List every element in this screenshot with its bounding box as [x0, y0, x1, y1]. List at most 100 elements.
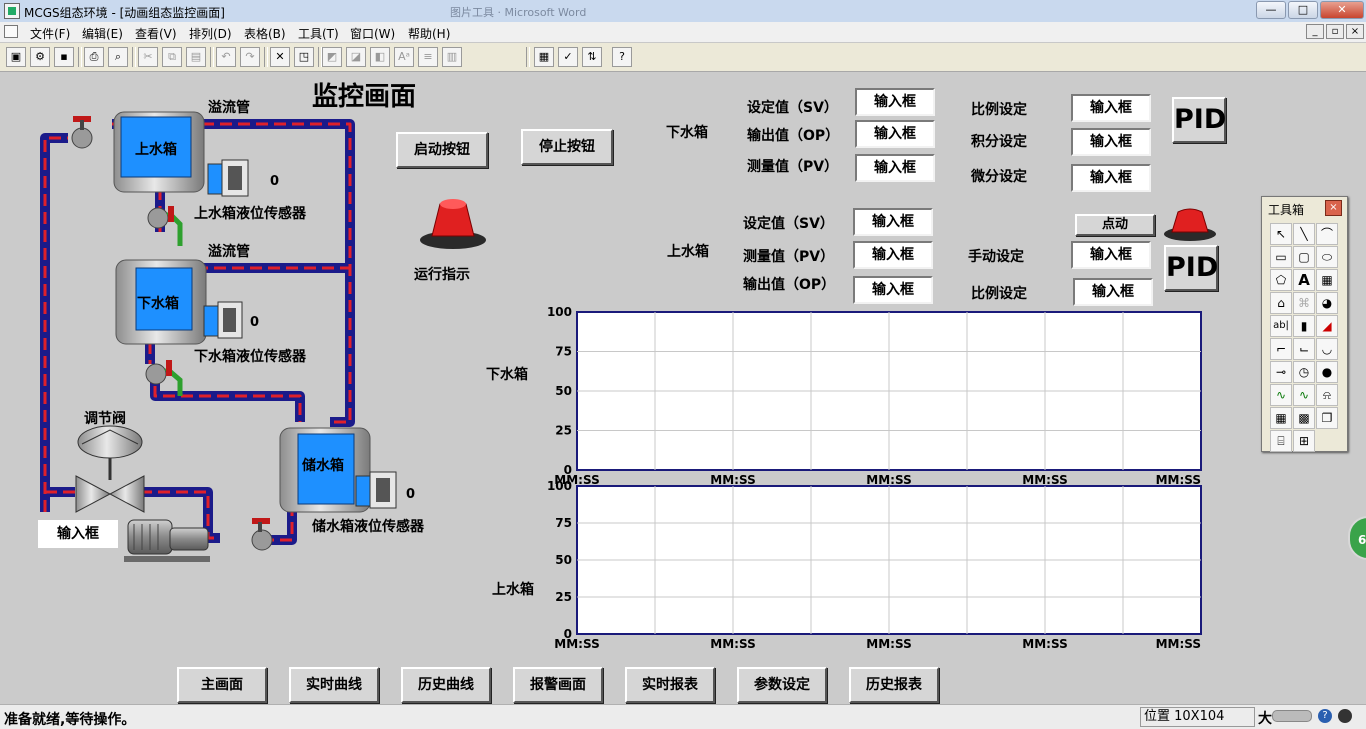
menu-tools[interactable]: 工具(T)	[298, 25, 339, 42]
element-library-icon[interactable]: ◕	[1316, 292, 1338, 314]
menu-window[interactable]: 窗口(W)	[350, 25, 395, 42]
input-box-tool-icon[interactable]: ▮	[1293, 315, 1315, 337]
print-icon[interactable]: ⎙	[84, 47, 104, 67]
arc-tool-icon[interactable]: ⌒	[1316, 223, 1338, 245]
cut-icon[interactable]: ✂	[138, 47, 158, 67]
help-icon[interactable]: ?	[612, 47, 632, 67]
label-tool-icon[interactable]: ab|	[1270, 315, 1292, 337]
nav-history-curve[interactable]: 历史曲线	[401, 667, 491, 703]
undo-icon[interactable]: ↶	[216, 47, 236, 67]
slider-tool-icon[interactable]: ⊸	[1270, 361, 1292, 383]
realtime-curve-tool-icon[interactable]: ∿	[1270, 384, 1292, 406]
library-tool-icon[interactable]: ⌘	[1293, 292, 1315, 314]
line-tool-icon[interactable]: ╲	[1293, 223, 1315, 245]
menu-view[interactable]: 查看(V)	[135, 25, 177, 42]
upper-p-input[interactable]: 输入框	[1073, 278, 1153, 306]
table-tool-icon[interactable]: ▦	[1270, 407, 1292, 429]
workspace-icon[interactable]: ⚙	[30, 47, 50, 67]
indicator-tool-icon[interactable]: ●	[1316, 361, 1338, 383]
lower-pid-button[interactable]: PID	[1172, 97, 1226, 143]
page-title: 监控画面	[312, 82, 417, 112]
font-icon[interactable]: Aᵃ	[394, 47, 414, 67]
manual-setting-label: 手动设定	[968, 249, 1024, 265]
upper-sensor-value: 0	[270, 174, 280, 189]
upper-op-input[interactable]: 输入框	[853, 276, 933, 304]
start-button[interactable]: 启动按钮	[396, 132, 488, 168]
pointer-tool-icon[interactable]: ↖	[1270, 223, 1292, 245]
nav-realtime-report[interactable]: 实时报表	[625, 667, 715, 703]
lower-op-label: 输出值（OP）	[747, 128, 840, 144]
toolbox-close-button[interactable]: ×	[1325, 200, 1342, 216]
menu-file[interactable]: 文件(F)	[30, 25, 70, 42]
properties-icon[interactable]: ▦	[534, 47, 554, 67]
nav-parameter-settings[interactable]: 参数设定	[737, 667, 827, 703]
jog-button[interactable]: 点动	[1075, 214, 1155, 236]
ellipse-tool-icon[interactable]: ⬭	[1316, 246, 1338, 268]
maximize-button[interactable]: □	[1288, 1, 1318, 19]
paste-icon[interactable]: ▤	[186, 47, 206, 67]
help-icon-status[interactable]: ?	[1318, 709, 1332, 723]
manual-setting-input[interactable]: 输入框	[1071, 241, 1151, 269]
mdi-close-button[interactable]: ×	[1346, 24, 1364, 39]
lower-sv-input[interactable]: 输入框	[855, 88, 935, 116]
align-icon-3[interactable]: ◧	[370, 47, 390, 67]
sort-icon[interactable]: ⇅	[582, 47, 602, 67]
toolbox-toggle-icon[interactable]: ◳	[294, 47, 314, 67]
standard-button-icon[interactable]: ⌐	[1270, 338, 1292, 360]
redo-icon[interactable]: ↷	[240, 47, 260, 67]
list-tool-icon[interactable]: ⌸	[1270, 430, 1292, 452]
save-icon[interactable]: ▪	[54, 47, 74, 67]
tools-icon[interactable]: ✕	[270, 47, 290, 67]
lower-p-label: 比例设定	[971, 102, 1027, 118]
nav-history-report[interactable]: 历史报表	[849, 667, 939, 703]
menu-table[interactable]: 表格(B)	[244, 25, 286, 42]
new-window-icon[interactable]: ▣	[6, 47, 26, 67]
mdi-minimize-button[interactable]: _	[1306, 24, 1324, 39]
lower-pv-input[interactable]: 输入框	[855, 154, 935, 182]
valve-opening-input[interactable]: 输入框	[38, 520, 118, 548]
zoom-slider[interactable]	[1272, 710, 1312, 722]
upper-pv-input[interactable]: 输入框	[853, 241, 933, 269]
menu-edit[interactable]: 编辑(E)	[82, 25, 123, 42]
lower-op-input[interactable]: 输入框	[855, 120, 935, 148]
close-window-button[interactable]: ✕	[1320, 1, 1364, 19]
rotary-tool-icon[interactable]: ◡	[1316, 338, 1338, 360]
document-icon[interactable]	[4, 25, 18, 38]
mdi-restore-button[interactable]: ▫	[1326, 24, 1344, 39]
menu-help[interactable]: 帮助(H)	[408, 25, 450, 42]
polygon-tool-icon[interactable]: ⬠	[1270, 269, 1292, 291]
nav-alarm-screen[interactable]: 报警画面	[513, 667, 603, 703]
report-tool-icon[interactable]: ▩	[1293, 407, 1315, 429]
print-preview-icon[interactable]: ⌕	[108, 47, 128, 67]
lower-i-input[interactable]: 输入框	[1071, 128, 1151, 156]
fill-style-icon[interactable]: ▥	[442, 47, 462, 67]
line-style-icon[interactable]: ≡	[418, 47, 438, 67]
flow-block-tool-icon[interactable]: ⌂	[1270, 292, 1292, 314]
nav-main-screen[interactable]: 主画面	[177, 667, 267, 703]
menu-arrange[interactable]: 排列(D)	[189, 25, 232, 42]
button-tool-icon[interactable]: ◢	[1316, 315, 1338, 337]
toolbox-palette[interactable]: 工具箱 × ↖ ╲ ⌒ ▭ ▢ ⬭ ⬠ A ▦ ⌂ ⌘ ◕ ab| ▮ ◢ ⌐ …	[1261, 196, 1348, 452]
lower-p-input[interactable]: 输入框	[1071, 94, 1151, 122]
grid-tool-icon[interactable]: ⊞	[1293, 430, 1315, 452]
alarm-tool-icon[interactable]: ⍾	[1316, 384, 1338, 406]
nav-realtime-curve[interactable]: 实时曲线	[289, 667, 379, 703]
stop-button[interactable]: 停止按钮	[521, 129, 613, 165]
step-button-icon[interactable]: ⌙	[1293, 338, 1315, 360]
history-curve-tool-icon[interactable]: ∿	[1293, 384, 1315, 406]
text-tool-icon[interactable]: A	[1293, 269, 1315, 291]
align-icon-2[interactable]: ◪	[346, 47, 366, 67]
subwindow-tool-icon[interactable]: ❐	[1316, 407, 1338, 429]
gauge-tool-icon[interactable]: ◷	[1293, 361, 1315, 383]
lower-d-input[interactable]: 输入框	[1071, 164, 1151, 192]
check-icon[interactable]: ✓	[558, 47, 578, 67]
rounded-rect-tool-icon[interactable]: ▢	[1293, 246, 1315, 268]
rectangle-tool-icon[interactable]: ▭	[1270, 246, 1292, 268]
minimize-button[interactable]: —	[1256, 1, 1286, 19]
upper-pid-button[interactable]: PID	[1164, 245, 1218, 291]
tray-icon-1[interactable]	[1338, 709, 1352, 723]
align-icon-1[interactable]: ◩	[322, 47, 342, 67]
bitmap-tool-icon[interactable]: ▦	[1316, 269, 1338, 291]
upper-sv-input[interactable]: 输入框	[853, 208, 933, 236]
copy-icon[interactable]: ⧉	[162, 47, 182, 67]
